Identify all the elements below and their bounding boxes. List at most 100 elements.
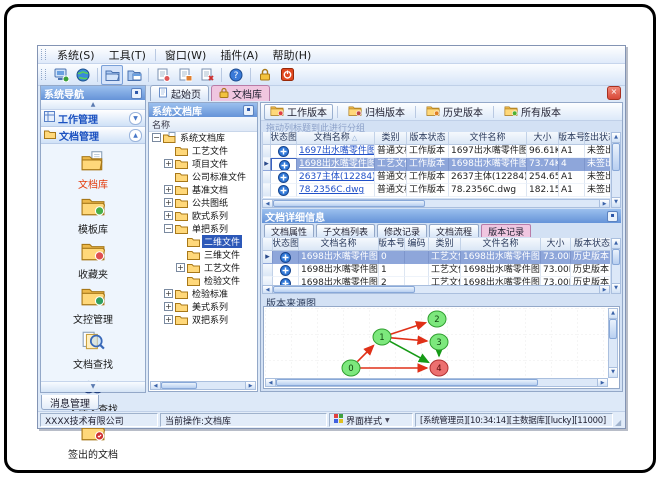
scroll-thumb[interactable]	[612, 249, 620, 265]
expand-toggle-icon[interactable]: +	[164, 289, 173, 298]
all-version-button[interactable]: 所有版本	[498, 104, 567, 120]
tree-item-label[interactable]: 工艺文件	[190, 144, 230, 157]
menubar-grip[interactable]	[41, 49, 46, 60]
tree-item-label[interactable]: 欧式系列	[190, 209, 230, 222]
resize-grip[interactable]: ◢	[615, 419, 623, 427]
column-header[interactable]: 大小	[541, 238, 571, 251]
open-folder-icon[interactable]	[101, 64, 123, 85]
work-version-button[interactable]: 工作版本	[264, 103, 333, 120]
ui-style-selector[interactable]: 界面样式 ▼	[329, 413, 413, 427]
archive-version-button[interactable]: 归档版本	[342, 104, 411, 120]
expand-toggle-icon[interactable]: +	[164, 211, 173, 220]
sidebar-item-1[interactable]: 模板库	[43, 194, 143, 239]
expand-toggle-icon[interactable]: +	[164, 185, 173, 194]
status-chart-icon[interactable]	[271, 171, 297, 184]
tree-item[interactable]: + 检验标准	[149, 287, 257, 300]
expand-toggle-icon[interactable]: −	[152, 133, 161, 142]
pin-icon[interactable]: ▪	[243, 104, 254, 116]
pin-icon[interactable]: ▪	[131, 87, 142, 99]
document-link[interactable]: 1697出水嘴零件图.dwg	[297, 145, 375, 158]
scroll-thumb[interactable]	[273, 286, 415, 293]
help-icon[interactable]: ?	[225, 65, 247, 85]
column-header[interactable]: 编码	[405, 238, 429, 251]
column-header[interactable]: 文件名称	[461, 238, 541, 251]
version-node[interactable]: 1	[372, 328, 392, 346]
tree-item[interactable]: + 公共图纸	[149, 196, 257, 209]
tree-item-label[interactable]: 系统文档库	[178, 131, 227, 144]
tree-item[interactable]: 公司标准文件	[149, 170, 257, 183]
toolbar-grip[interactable]	[41, 69, 46, 80]
table-row[interactable]: 78.2356C.dwg普通文档工作版本78.2356C.dwg182.15KB…	[263, 184, 610, 197]
sidebar-item-0[interactable]: 文档库	[43, 149, 143, 194]
table-row[interactable]: ▸ 1698出水嘴零件图.dwg0工艺文件1698出水嘴零件图.dwg73.00…	[263, 251, 610, 264]
version-node[interactable]: 3	[429, 333, 449, 351]
expand-toggle-icon[interactable]: −	[164, 224, 173, 233]
column-header[interactable]: 状态图	[273, 238, 299, 251]
scroll-thumb[interactable]	[612, 143, 620, 171]
document-link[interactable]: 1698出水嘴零件图.dwg	[297, 158, 375, 171]
close-icon[interactable]: ×	[607, 86, 621, 100]
tab-doc-library[interactable]: 文档库	[211, 85, 270, 101]
version-node[interactable]: 0	[341, 359, 361, 377]
expand-toggle-icon[interactable]: +	[164, 315, 173, 324]
scroll-down-icon[interactable]: ▼	[612, 283, 620, 293]
tree-item-label[interactable]: 单把系列	[190, 222, 230, 235]
column-header[interactable]: 文档名称	[299, 238, 379, 251]
table-row[interactable]: 1697出水嘴零件图.dwg普通文档工作版本1697出水嘴零件图.dwg96.6…	[263, 145, 610, 158]
menu-tools[interactable]: 工具(T)	[102, 46, 153, 64]
h-scrollbar[interactable]: ◀ ▶	[265, 378, 608, 387]
tree-item[interactable]: + 基准文档	[149, 183, 257, 196]
status-chart-icon[interactable]	[271, 145, 297, 158]
tree-item-label[interactable]: 三维文件	[202, 248, 242, 261]
expand-toggle-icon[interactable]: +	[164, 302, 173, 311]
scroll-thumb[interactable]	[609, 319, 617, 339]
version-node[interactable]: 2	[427, 310, 447, 328]
column-header[interactable]: 版本号	[559, 132, 585, 145]
menu-window[interactable]: 窗口(W)	[158, 46, 213, 64]
v-scrollbar[interactable]: ▲ ▼	[611, 132, 621, 208]
column-header[interactable]: 类别	[375, 132, 407, 145]
status-chart-icon[interactable]	[273, 264, 299, 277]
tree-item[interactable]: + 双把系列	[149, 313, 257, 326]
column-header[interactable]: 类别	[429, 238, 461, 251]
scroll-left-icon[interactable]: ◀	[151, 382, 161, 389]
v-scrollbar[interactable]: ▲ ▼	[608, 308, 618, 378]
status-chart-icon[interactable]	[273, 251, 299, 264]
history-version-button[interactable]: 历史版本	[420, 104, 489, 120]
h-scrollbar[interactable]: ◀ ▶	[262, 285, 610, 294]
sidebar-item-4[interactable]: 文档查找	[43, 329, 143, 374]
scroll-left-icon[interactable]: ◀	[266, 379, 276, 386]
globe-icon[interactable]	[72, 65, 94, 85]
tree-item[interactable]: − 系统文档库	[149, 131, 257, 144]
expand-toggle-icon[interactable]: +	[164, 159, 173, 168]
table-row[interactable]: 1698出水嘴零件图.dwg2工艺文件1698出水嘴零件图.dwg73.00KB…	[263, 277, 610, 285]
tab-message-manager[interactable]: 消息管理	[41, 395, 99, 410]
detail-tab-4[interactable]: 版本记录	[481, 224, 532, 238]
column-header[interactable]: 版本状态	[571, 238, 610, 251]
tree-item-label[interactable]: 工艺文件	[202, 261, 242, 274]
scroll-thumb[interactable]	[161, 382, 197, 389]
doc-report-icon[interactable]	[174, 65, 196, 85]
h-scrollbar[interactable]: ◀ ▶	[262, 199, 610, 208]
lock-icon[interactable]	[254, 65, 276, 85]
column-header[interactable]: 版本号	[379, 238, 405, 251]
scroll-up-icon[interactable]: ▲	[612, 133, 620, 143]
sidebar-bottom-handle[interactable]: ▼	[41, 381, 145, 392]
scroll-left-icon[interactable]: ◀	[263, 200, 273, 207]
scroll-left-icon[interactable]: ◀	[263, 286, 273, 293]
column-header[interactable]: 大小	[527, 132, 559, 145]
tree-item-label[interactable]: 双把系列	[190, 313, 230, 326]
scroll-down-icon[interactable]: ▼	[612, 197, 620, 207]
table-row[interactable]: ▸ 1698出水嘴零件图.dwg工艺文件工作版本1698出水嘴零件图.dwg73…	[263, 158, 610, 171]
expand-toggle-icon[interactable]: +	[176, 263, 185, 272]
scroll-down-icon[interactable]: ▼	[609, 367, 617, 377]
column-header[interactable]: 签出状态	[585, 132, 610, 145]
sidebar-item-2[interactable]: 收藏夹	[43, 239, 143, 284]
tree-item[interactable]: + 美式系列	[149, 300, 257, 313]
chevron-down-icon[interactable]: ▼	[129, 111, 142, 125]
tree-item[interactable]: 检验文件	[149, 274, 257, 287]
scroll-right-icon[interactable]: ▶	[597, 379, 607, 386]
scroll-thumb[interactable]	[273, 200, 425, 207]
column-header[interactable]: 文档名称 △	[297, 132, 375, 145]
menu-help[interactable]: 帮助(H)	[265, 46, 318, 64]
